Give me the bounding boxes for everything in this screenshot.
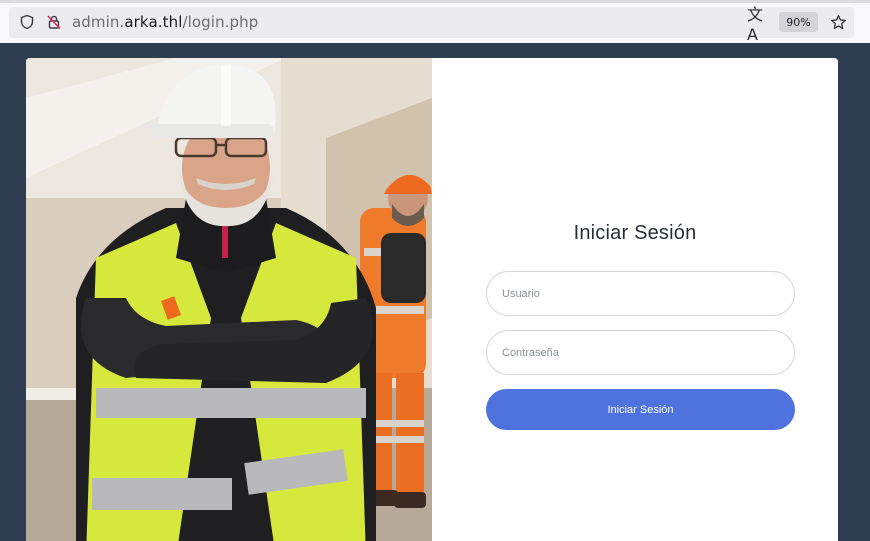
address-bar[interactable]: admin.arka.thl/login.php 文A 90% xyxy=(9,5,854,44)
zoom-level-badge[interactable]: 90% xyxy=(779,12,818,32)
tab-strip-edge xyxy=(0,0,870,3)
browser-toolbar: admin.arka.thl/login.php 文A 90% xyxy=(0,0,870,44)
url-host: arka.thl xyxy=(124,13,183,31)
username-input[interactable] xyxy=(486,271,795,316)
url-path: /login.php xyxy=(182,13,259,31)
page-title: Iniciar Sesión xyxy=(573,222,697,244)
translate-icon[interactable]: 文A xyxy=(747,5,769,44)
insecure-lock-icon[interactable] xyxy=(44,12,64,32)
url-prefix: admin. xyxy=(72,13,125,31)
login-button[interactable]: Iniciar Sesión xyxy=(486,389,795,430)
workers-illustration xyxy=(26,58,432,541)
password-input[interactable] xyxy=(486,330,795,375)
url-text[interactable]: admin.arka.thl/login.php xyxy=(72,13,258,31)
login-card: Iniciar Sesión Iniciar Sesión xyxy=(26,58,838,541)
login-form-panel: Iniciar Sesión Iniciar Sesión xyxy=(432,58,838,541)
bookmark-star-icon[interactable] xyxy=(827,11,849,33)
shield-icon[interactable] xyxy=(17,12,37,32)
workers-photo xyxy=(26,58,432,541)
